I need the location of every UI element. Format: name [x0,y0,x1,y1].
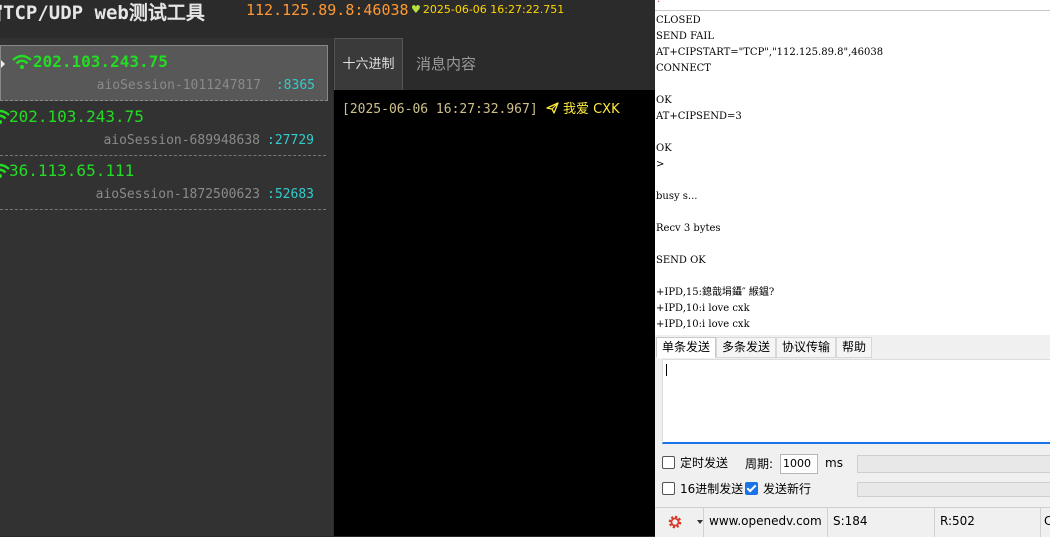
status-received-count: R:502 [934,508,1040,537]
status-sent-count: S:184 [827,508,933,537]
send-mode-tabs: 单条发送 多条发送 协议传输 帮助 [655,336,1050,358]
session-id: aioSession-1011247817 [96,78,261,93]
hex-toggle-button[interactable]: 十六进制 [334,38,403,91]
session-item[interactable]: 202.103.243.75 aioSession-1011247817 :83… [0,45,328,101]
wifi-icon [12,54,32,69]
selected-arrow-icon [1,60,5,68]
status-website[interactable]: www.openedv.com [703,508,827,537]
app-title: 宙TCP/UDP web测试工具 [0,2,205,24]
server-time: ♥ 2025-06-06 16:27:22.751 [411,3,565,16]
message-timestamp: [2025-06-06 16:27:32.967] [342,102,538,117]
newline-send-checkbox[interactable] [745,482,758,495]
timed-send-checkbox[interactable] [662,456,675,469]
session-item[interactable]: 36.113.65.111 aioSession-1872500623 :526… [0,155,326,210]
gear-icon[interactable] [667,514,683,530]
heart-icon: ♥ [411,3,421,16]
serial-assistant-window: . CLOSED SEND FAIL AT+CIPSTART="TCP","11… [655,0,1050,537]
status-extra: C [1040,508,1050,537]
session-port: :8365 [275,78,315,93]
newline-send-option[interactable]: 发送新行 [745,480,811,500]
session-item[interactable]: 202.103.243.75 aioSession-689948638 :277… [0,101,326,156]
period-input[interactable]: 1000 [780,454,818,474]
message-log: [2025-06-06 16:27:32.967] 我爱 CXK [334,90,655,536]
text-caret [666,364,667,376]
message-content-label: 消息内容 [416,55,477,73]
session-list: 202.103.243.75 aioSession-1011247817 :83… [0,38,333,536]
port-selector[interactable] [857,455,1050,473]
receive-log: CLOSED SEND FAIL AT+CIPSTART="TCP","112.… [656,15,884,330]
session-id: aioSession-1872500623 [95,187,260,202]
receive-area[interactable]: CLOSED SEND FAIL AT+CIPSTART="TCP","112.… [655,10,1050,335]
session-id: aioSession-689948638 [103,133,260,148]
session-port: :27729 [267,133,314,148]
hex-send-option[interactable]: 16进制发送 [662,480,743,500]
server-address: 112.125.89.8:46038 [246,1,409,19]
send-plane-icon [546,102,559,114]
status-bar: www.openedv.com S:184 R:502 C [655,507,1050,537]
period-unit: ms [825,456,843,470]
message-tab-bar: 十六进制 消息内容 [334,38,655,91]
session-ip: 36.113.65.111 [9,161,135,180]
session-ip: 202.103.243.75 [9,107,144,126]
period-label: 周期: [745,457,774,471]
chat-message: [2025-06-06 16:27:32.967] 我爱 CXK [342,98,620,117]
message-text: 我爱 CXK [562,102,620,117]
session-port: :52683 [267,187,314,202]
web-header: 宙TCP/UDP web测试工具 112.125.89.8:46038 ♥ 202… [0,0,655,30]
session-ip: 202.103.243.75 [33,52,168,71]
send-progress-bar [857,482,1050,497]
tab-protocol[interactable]: 协议传输 [776,337,837,358]
hex-send-checkbox[interactable] [662,482,675,495]
timed-send-option[interactable]: 定时发送 [662,454,728,474]
tab-help[interactable]: 帮助 [836,337,873,358]
tab-single-send[interactable]: 单条发送 [656,337,717,358]
send-input[interactable] [662,359,1050,444]
tab-multi-send[interactable]: 多条发送 [716,337,777,358]
